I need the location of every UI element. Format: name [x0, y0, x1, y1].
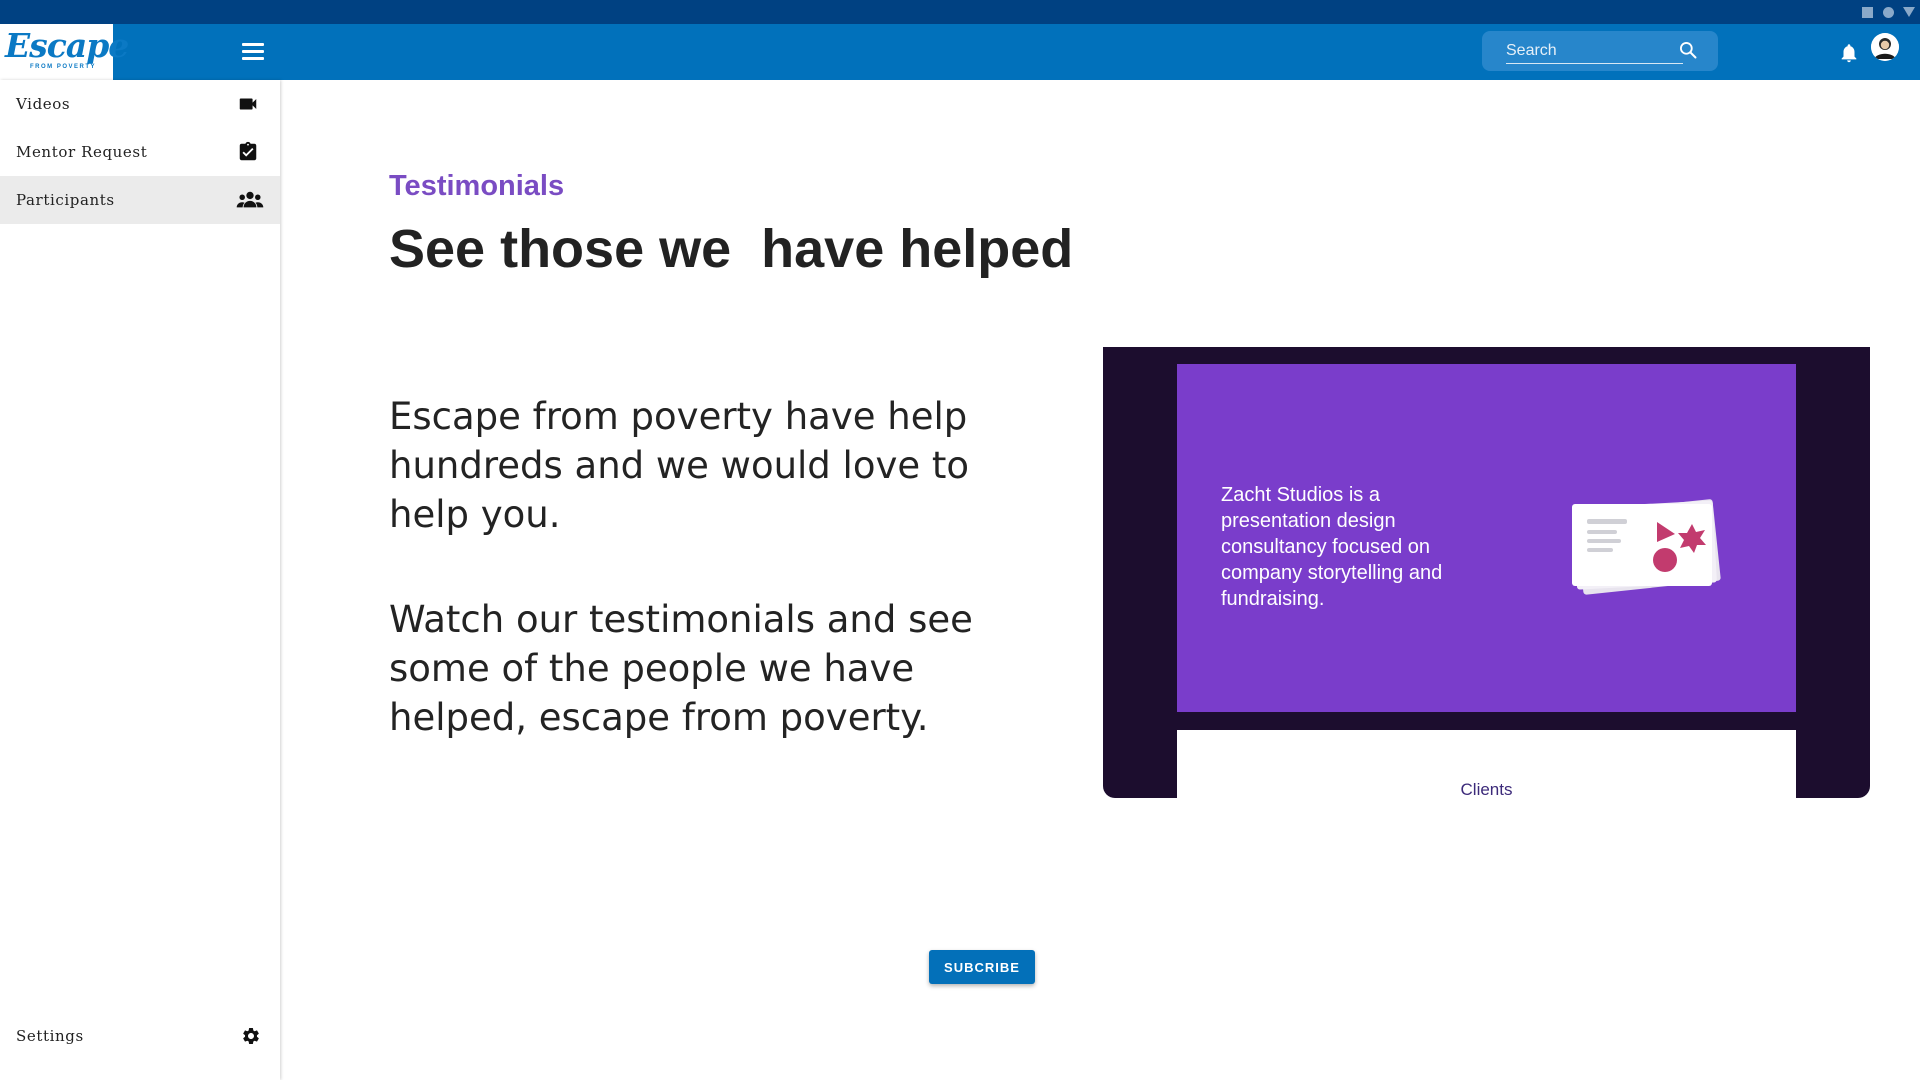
sidebar-item-label: Participants: [16, 191, 115, 209]
window-circle-control-icon[interactable]: [1883, 7, 1894, 18]
notification-bell-icon[interactable]: [1838, 42, 1860, 64]
search-input[interactable]: [1506, 41, 1686, 61]
sidebar-item-videos[interactable]: Videos: [0, 80, 280, 128]
sidebar-item-label: Settings: [16, 1027, 84, 1045]
window-triangle-control-icon[interactable]: [1903, 7, 1915, 17]
subscribe-button[interactable]: SUBCRIBE: [929, 950, 1035, 984]
group-icon: [236, 191, 264, 208]
sidebar: Videos Mentor Request Participants Setti…: [0, 80, 280, 1080]
testimonials-paragraph: Watch our testimonials and see some of t…: [389, 598, 973, 739]
sidebar-item-participants[interactable]: Participants: [0, 176, 280, 224]
logo-wordmark: Escape: [5, 26, 129, 65]
user-avatar[interactable]: [1871, 33, 1899, 61]
app-logo[interactable]: Escape FROM POVERTY: [0, 24, 129, 80]
search-box: [1482, 31, 1718, 71]
logo-subtext: FROM POVERTY: [30, 64, 97, 70]
hamburger-menu-icon[interactable]: [242, 43, 266, 63]
video-slide-text: Zacht Studios is a presentation design c…: [1221, 484, 1443, 610]
gear-icon: [243, 1028, 259, 1044]
intro-paragraph: Escape from poverty have help hundreds a…: [389, 395, 970, 536]
sidebar-item-settings[interactable]: Settings: [0, 1012, 280, 1060]
video-caption: Clients: [1460, 780, 1513, 798]
business-cards-illustration-icon: [1572, 499, 1721, 595]
search-icon[interactable]: [1678, 40, 1698, 60]
video-camera-icon: [239, 98, 257, 110]
window-square-control-icon[interactable]: [1862, 7, 1873, 18]
sidebar-item-mentor-request[interactable]: Mentor Request: [0, 128, 280, 176]
section-eyebrow: Testimonials: [389, 170, 565, 202]
window-system-bar: [0, 0, 1920, 24]
video-lower-panel: Clients: [1177, 730, 1796, 798]
sidebar-item-label: Videos: [16, 95, 71, 113]
clipboard-check-icon: [239, 141, 257, 161]
app-bar: Escape FROM POVERTY: [0, 24, 1920, 80]
testimonial-video-player[interactable]: Zacht Studios is a presentation design c…: [1103, 347, 1870, 798]
video-slide: Zacht Studios is a presentation design c…: [1177, 364, 1796, 712]
avatar-person-icon: [1871, 33, 1899, 61]
search-underline: [1506, 63, 1683, 64]
page-title: See those we have helped: [389, 219, 1074, 279]
sidebar-item-label: Mentor Request: [16, 143, 148, 161]
